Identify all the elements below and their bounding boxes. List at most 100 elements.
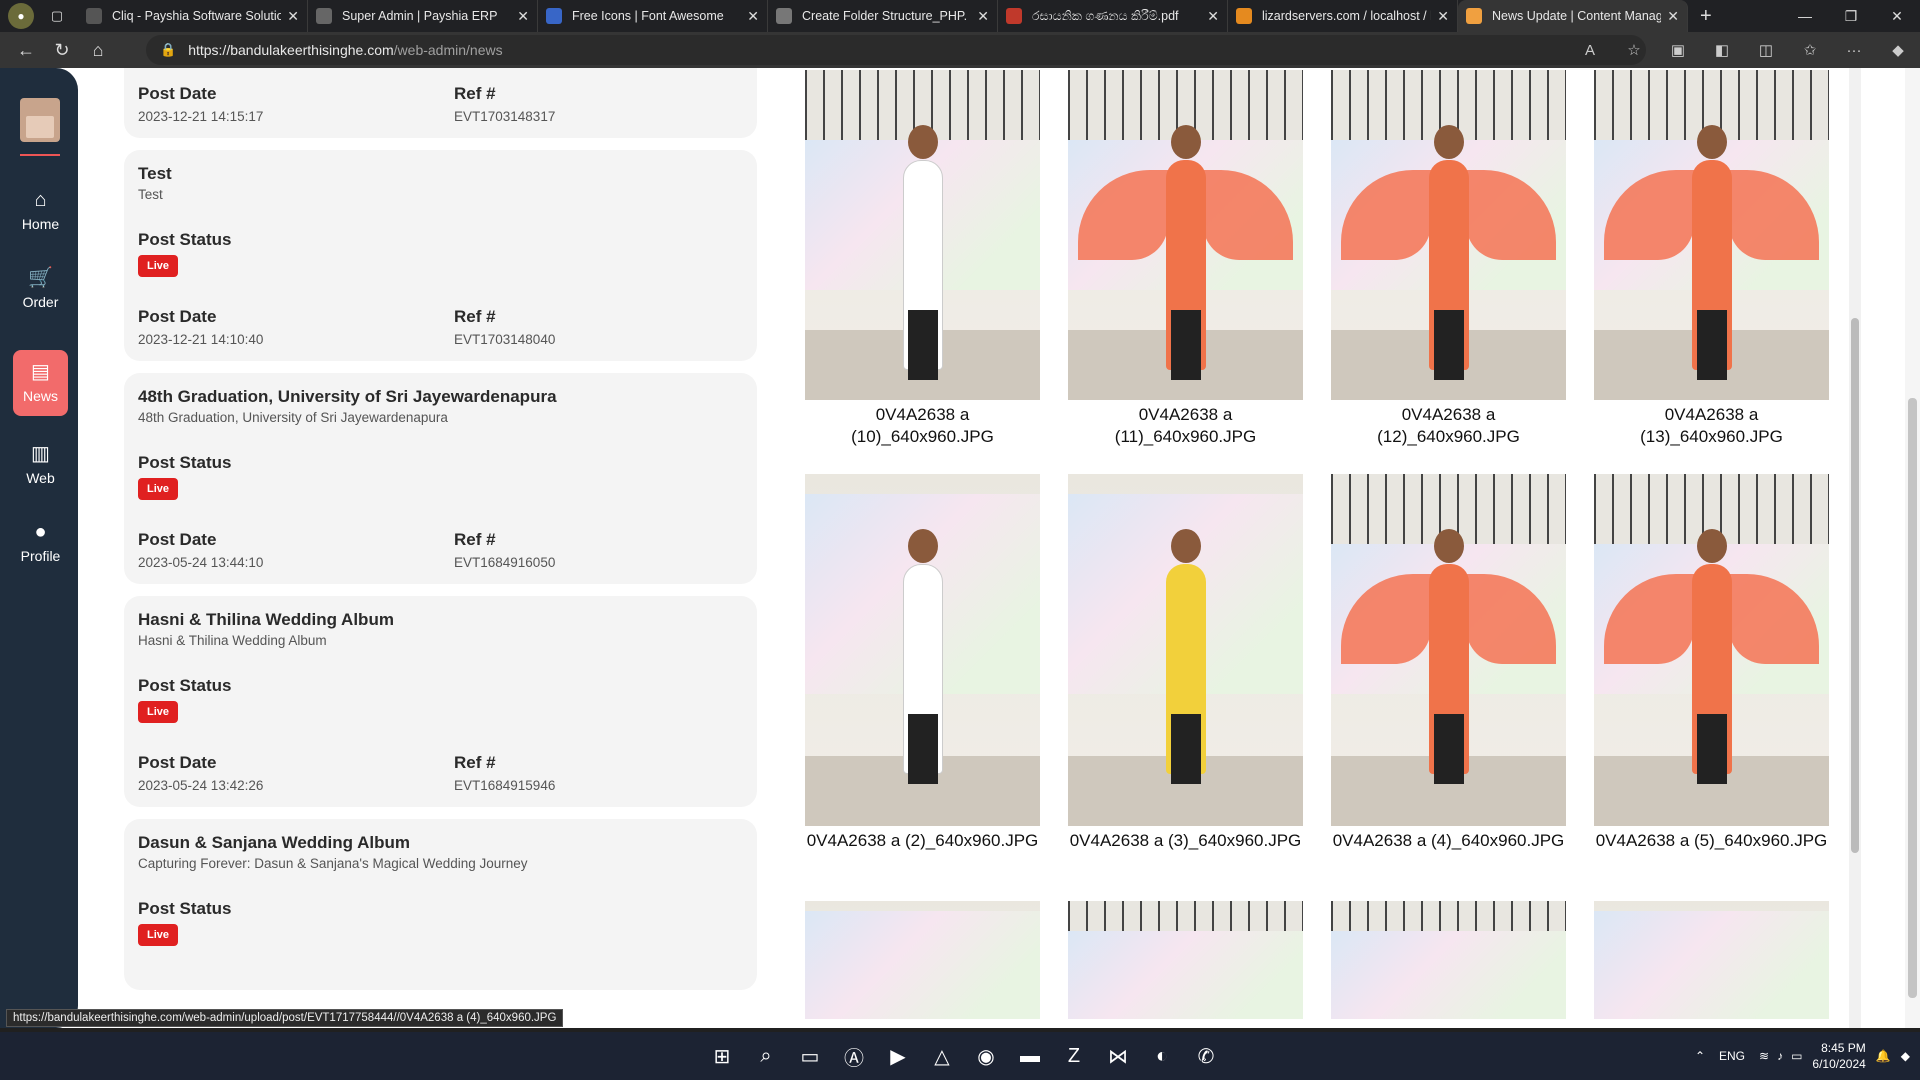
page-scrollbar[interactable] — [1905, 68, 1920, 1028]
close-tab-icon[interactable]: ✕ — [1207, 8, 1219, 25]
url-path: /web-admin/news — [393, 42, 503, 58]
sidebar-item-web[interactable]: ▥ Web — [13, 432, 68, 498]
extension-icon[interactable]: ◧ — [1700, 41, 1744, 59]
language-indicator[interactable]: ENG — [1719, 1049, 1745, 1063]
vscode-icon[interactable]: ⋈ — [1096, 1036, 1140, 1076]
browser-tab[interactable]: Free Icons | Font Awesome ✕ — [538, 0, 768, 32]
post-date-label: Post Date — [138, 753, 217, 772]
media-player-icon[interactable]: ▶ — [876, 1036, 920, 1076]
browser-tab[interactable]: රසායනික ගණනය කිරීම්.pdf ✕ — [998, 0, 1228, 32]
photo-thumbnail[interactable] — [1594, 474, 1829, 826]
sidebar-item-order[interactable]: 🛒 Order — [13, 256, 68, 322]
gallery-item[interactable]: 0V4A2638 a (11)_640x960.JPG — [1068, 70, 1303, 448]
minimize-icon[interactable]: — — [1782, 0, 1828, 32]
news-icon: ▤ — [31, 361, 50, 383]
gallery-item[interactable]: 0V4A2638 a (4)_640x960.JPG — [1331, 474, 1566, 852]
gallery-item[interactable]: 0V4A2638 a (12)_640x960.JPG — [1331, 70, 1566, 448]
browser-tab[interactable]: Cliq - Payshia Software Solution ✕ — [78, 0, 308, 32]
favorite-star-icon[interactable]: ☆ — [1612, 41, 1656, 59]
close-tab-icon[interactable]: ✕ — [517, 8, 529, 25]
sidebar-item-news[interactable]: ▤ News — [13, 350, 68, 416]
photo-thumbnail[interactable] — [1331, 474, 1566, 826]
photo-thumbnail[interactable] — [1331, 70, 1566, 400]
brand-logo[interactable] — [20, 98, 60, 142]
close-window-icon[interactable]: ✕ — [1874, 0, 1920, 32]
gallery-item[interactable]: 0V4A2638 a (5)_640x960.JPG — [1594, 474, 1829, 852]
task-view-icon[interactable]: ▭ — [788, 1036, 832, 1076]
wifi-icon[interactable]: ≋ — [1759, 1049, 1769, 1063]
lock-icon[interactable]: 🔒 — [160, 42, 176, 58]
tab-favicon-icon — [86, 8, 102, 24]
copilot-icon[interactable]: ◆ — [1876, 41, 1920, 59]
close-tab-icon[interactable]: ✕ — [1437, 8, 1449, 25]
gallery-item[interactable] — [805, 901, 1040, 1019]
gallery-item[interactable]: 0V4A2638 a (10)_640x960.JPG — [805, 70, 1040, 448]
whatsapp-icon[interactable]: ✆ — [1184, 1036, 1228, 1076]
news-post-card[interactable]: Dasun & Sanjana Wedding Album Capturing … — [124, 819, 757, 990]
favorites-icon[interactable]: ✩ — [1788, 41, 1832, 59]
photo-thumbnail[interactable] — [1331, 901, 1566, 1019]
volume-icon[interactable]: ♪ — [1777, 1049, 1783, 1063]
news-post-card[interactable]: Test Test Post Status Live Post Date 2023… — [124, 150, 757, 361]
post-date-value: 2023-12-21 14:10:40 — [138, 332, 264, 347]
clock[interactable]: 8:45 PM 6/10/2024 — [1812, 1040, 1865, 1072]
photo-thumbnail[interactable] — [805, 901, 1040, 1019]
browser-tab[interactable]: Super Admin | Payshia ERP ✕ — [308, 0, 538, 32]
notification-bell-icon[interactable]: 🔔 — [1876, 1049, 1891, 1063]
post-status-label: Post Status — [138, 453, 232, 472]
edge-icon[interactable]: ◐ — [1140, 1036, 1184, 1076]
app-icon[interactable]: Ⓐ — [832, 1036, 876, 1076]
filezilla-icon[interactable]: Z — [1052, 1036, 1096, 1076]
gallery-item[interactable] — [1594, 901, 1829, 1019]
battery-icon[interactable]: ▭ — [1791, 1049, 1802, 1063]
tray-chevron-icon[interactable]: ⌃ — [1695, 1049, 1705, 1063]
photo-thumbnail[interactable] — [805, 70, 1040, 400]
browser-tab[interactable]: Create Folder Structure_PHP. ✕ — [768, 0, 998, 32]
photo-thumbnail[interactable] — [1594, 901, 1829, 1019]
gallery-scrollbar[interactable] — [1849, 68, 1861, 1028]
file-explorer-icon[interactable]: ▬ — [1008, 1036, 1052, 1076]
gallery-item[interactable] — [1068, 901, 1303, 1019]
search-icon[interactable]: ⌕ — [744, 1036, 788, 1076]
gallery-item[interactable] — [1331, 901, 1566, 1019]
restore-icon[interactable]: ❐ — [1828, 0, 1874, 32]
gallery-item[interactable]: 0V4A2638 a (2)_640x960.JPG — [805, 474, 1040, 852]
github-icon[interactable]: ◉ — [964, 1036, 1008, 1076]
tab-actions-icon[interactable]: ▢ — [44, 5, 70, 27]
profile-avatar-icon[interactable]: ● — [8, 3, 34, 29]
extension-icon[interactable]: ▣ — [1656, 41, 1700, 59]
gallery-item[interactable]: 0V4A2638 a (3)_640x960.JPG — [1068, 474, 1303, 852]
news-post-card[interactable]: Post Date 2023-12-21 14:15:17 Ref # EVT1703… — [124, 68, 757, 138]
photo-thumbnail[interactable] — [1594, 70, 1829, 400]
split-screen-icon[interactable]: ◫ — [1744, 41, 1788, 59]
close-tab-icon[interactable]: ✕ — [1667, 8, 1679, 25]
browser-tab-active[interactable]: News Update | Content Manag ✕ — [1458, 0, 1688, 32]
news-post-card[interactable]: Hasni & Thilina Wedding Album Hasni & Th… — [124, 596, 757, 807]
new-tab-icon[interactable]: + — [1700, 5, 1712, 28]
google-drive-icon[interactable]: △ — [920, 1036, 964, 1076]
sidebar-item-home[interactable]: ⌂ Home — [13, 178, 68, 244]
read-aloud-icon[interactable]: A — [1568, 42, 1612, 59]
close-tab-icon[interactable]: ✕ — [977, 8, 989, 25]
start-icon[interactable]: ⊞ — [700, 1036, 744, 1076]
sidebar-item-profile[interactable]: ● Profile — [13, 510, 68, 576]
url-field[interactable]: 🔒 https://bandulakeerthisinghe.com/web-a… — [146, 35, 1646, 65]
refresh-icon[interactable]: ↻ — [44, 35, 80, 65]
news-post-card[interactable]: 48th Graduation, University of Sri Jayew… — [124, 373, 757, 584]
close-tab-icon[interactable]: ✕ — [747, 8, 759, 25]
tab-favicon-icon — [776, 8, 792, 24]
close-tab-icon[interactable]: ✕ — [287, 8, 299, 25]
clock-date: 6/10/2024 — [1812, 1057, 1866, 1071]
more-menu-icon[interactable]: ··· — [1832, 42, 1876, 59]
sidebar-item-label: Home — [21, 216, 60, 232]
tab-favicon-icon — [546, 8, 562, 24]
copilot-icon[interactable]: ◆ — [1901, 1049, 1910, 1063]
home-icon[interactable]: ⌂ — [80, 35, 116, 65]
photo-thumbnail[interactable] — [805, 474, 1040, 826]
photo-thumbnail[interactable] — [1068, 474, 1303, 826]
back-icon[interactable]: ← — [8, 35, 44, 65]
browser-tab[interactable]: lizardservers.com / localhost / l ✕ — [1228, 0, 1458, 32]
photo-thumbnail[interactable] — [1068, 901, 1303, 1019]
photo-thumbnail[interactable] — [1068, 70, 1303, 400]
gallery-item[interactable]: 0V4A2638 a (13)_640x960.JPG — [1594, 70, 1829, 448]
